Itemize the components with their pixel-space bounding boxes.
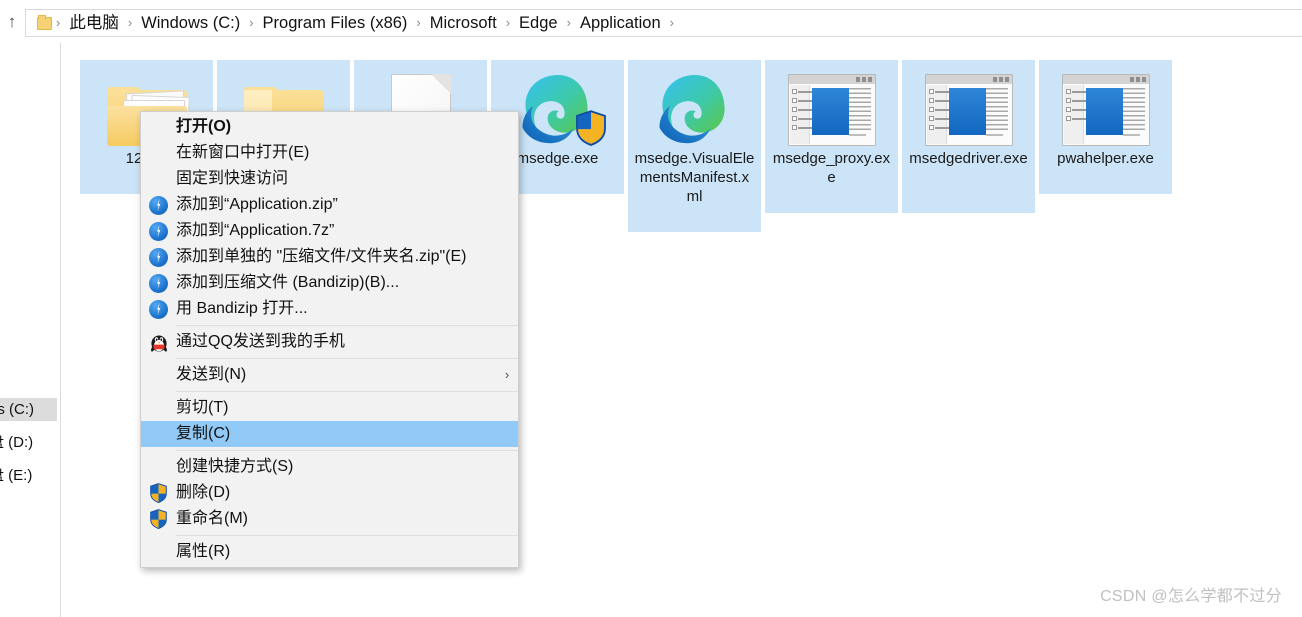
nav-item-drive-d[interactable]: 本地磁盘 (D:): [0, 431, 57, 454]
file-name-label: pwahelper.exe: [1057, 150, 1154, 167]
context-menu-item-create-shortcut[interactable]: 创建快捷方式(S): [141, 454, 518, 480]
breadcrumb-separator: ›: [127, 15, 133, 30]
bandizip-icon: [141, 244, 176, 270]
context-menu-item-label: 属性(R): [176, 543, 231, 560]
context-menu-item-open-new-window[interactable]: 在新窗口中打开(E): [141, 140, 518, 166]
breadcrumb-item-program-files[interactable]: Program Files (x86): [256, 10, 415, 36]
bandizip-icon: [141, 270, 176, 296]
breadcrumb-separator: ›: [505, 15, 511, 30]
address-bar: ↑ › 此电脑 › Windows (C:) › Program Files (…: [0, 0, 1302, 43]
context-menu-item-label: 在新窗口中打开(E): [176, 144, 310, 161]
breadcrumb-separator: ›: [669, 15, 675, 30]
context-menu-item-label: 添加到“Application.7z”: [176, 222, 335, 239]
context-menu-item-label: 固定到快速访问: [176, 170, 289, 187]
context-menu-separator: [176, 325, 518, 326]
bandizip-icon: [141, 296, 176, 322]
breadcrumb-separator: ›: [249, 15, 254, 30]
app-window-icon: [765, 60, 898, 146]
breadcrumb-item-windows-c[interactable]: Windows (C:): [134, 10, 247, 36]
context-menu-item-label: 发送到(N): [176, 366, 247, 383]
context-menu-item-label: 用 Bandizip 打开...: [176, 300, 308, 317]
context-menu-item-add-to-separate-archive[interactable]: 添加到单独的 "压缩文件/文件夹名.zip"(E): [141, 244, 518, 270]
context-menu-item-label: 删除(D): [176, 484, 231, 501]
file-name-label: msedge.VisualElementsManifest.xml: [634, 150, 755, 205]
uac-shield-icon: [574, 110, 608, 146]
context-menu-item-send-via-qq[interactable]: 通过QQ发送到我的手机: [141, 329, 518, 355]
context-menu[interactable]: 打开(O) 在新窗口中打开(E) 固定到快速访问 添加到“Application…: [140, 111, 519, 568]
arrow-up-icon[interactable]: ↑: [2, 12, 22, 32]
no-icon: [141, 140, 176, 166]
context-menu-item-label: 重命名(M): [176, 510, 248, 527]
breadcrumb-separator: ›: [56, 15, 61, 30]
file-tile[interactable]: msedge_proxy.exe: [765, 60, 898, 213]
context-menu-item-open[interactable]: 打开(O): [141, 114, 518, 140]
uac-shield-icon: [141, 506, 176, 532]
nav-item-windows-c[interactable]: Windows (C:): [0, 398, 57, 421]
breadcrumb-item-this-pc[interactable]: 此电脑: [62, 10, 126, 36]
context-menu-item-label: 复制(C): [176, 425, 231, 442]
chevron-right-icon: ›: [504, 367, 510, 382]
breadcrumb-item-microsoft[interactable]: Microsoft: [423, 10, 504, 36]
context-menu-item-add-to-archive-bandizip[interactable]: 添加到压缩文件 (Bandizip)(B)...: [141, 270, 518, 296]
bandizip-icon: [141, 218, 176, 244]
context-menu-separator: [176, 535, 518, 536]
no-icon: [141, 362, 176, 388]
app-window-icon: [902, 60, 1035, 146]
context-menu-item-label: 创建快捷方式(S): [176, 458, 294, 475]
nav-item-desktop[interactable]: 桌面: [0, 151, 57, 174]
breadcrumb-separator: ›: [566, 15, 571, 30]
context-menu-item-label: 添加到单独的 "压缩文件/文件夹名.zip"(E): [176, 248, 467, 265]
context-menu-item-label: 打开(O): [176, 118, 232, 135]
uac-shield-icon: [141, 480, 176, 506]
breadcrumb-item-edge[interactable]: Edge: [512, 10, 565, 36]
folder-icon: [37, 14, 52, 30]
no-icon: [141, 421, 176, 447]
context-menu-item-label: 剪切(T): [176, 399, 229, 416]
context-menu-item-add-to-application-zip[interactable]: 添加到“Application.zip”: [141, 192, 518, 218]
context-menu-item-properties[interactable]: 属性(R): [141, 539, 518, 565]
qq-icon: [141, 329, 176, 355]
context-menu-item-rename[interactable]: 重命名(M): [141, 506, 518, 532]
file-tile[interactable]: pwahelper.exe: [1039, 60, 1172, 194]
context-menu-item-cut[interactable]: 剪切(T): [141, 395, 518, 421]
context-menu-item-delete[interactable]: 删除(D): [141, 480, 518, 506]
edge-logo-icon: [628, 60, 761, 146]
context-menu-separator: [176, 391, 518, 392]
context-menu-item-label: 添加到压缩文件 (Bandizip)(B)...: [176, 274, 400, 291]
no-icon: [141, 539, 176, 565]
file-tile[interactable]: msedge.VisualElementsManifest.xml: [628, 60, 761, 232]
file-name-label: msedge_proxy.exe: [772, 150, 891, 186]
context-menu-item-add-to-application-7z[interactable]: 添加到“Application.7z”: [141, 218, 518, 244]
context-menu-separator: [176, 358, 518, 359]
context-menu-item-label: 添加到“Application.zip”: [176, 196, 338, 213]
bandizip-icon: [141, 192, 176, 218]
breadcrumb-item-application[interactable]: Application: [573, 10, 668, 36]
nav-item-drive-e[interactable]: 本地磁盘 (E:): [0, 464, 57, 487]
context-menu-item-send-to[interactable]: 发送到(N) ›: [141, 362, 518, 388]
file-tile[interactable]: msedgedriver.exe: [902, 60, 1035, 213]
csdn-watermark: CSDN @怎么学都不过分: [1100, 588, 1282, 605]
no-icon: [141, 114, 176, 140]
context-menu-separator: [176, 450, 518, 451]
context-menu-item-label: 通过QQ发送到我的手机: [176, 333, 345, 350]
file-name-label: msedgedriver.exe: [909, 150, 1028, 167]
app-window-icon: [1039, 60, 1172, 146]
no-icon: [141, 395, 176, 421]
context-menu-item-pin-to-quick-access[interactable]: 固定到快速访问: [141, 166, 518, 192]
breadcrumb[interactable]: › 此电脑 › Windows (C:) › Program Files (x8…: [25, 9, 1302, 37]
no-icon: [141, 454, 176, 480]
navigation-pane: 桌面 Windows (C:) 本地磁盘 (D:) 本地磁盘 (E:): [0, 43, 61, 617]
no-icon: [141, 166, 176, 192]
context-menu-item-copy[interactable]: 复制(C): [141, 421, 518, 447]
breadcrumb-separator: ›: [416, 15, 421, 30]
context-menu-item-open-with-bandizip[interactable]: 用 Bandizip 打开...: [141, 296, 518, 322]
